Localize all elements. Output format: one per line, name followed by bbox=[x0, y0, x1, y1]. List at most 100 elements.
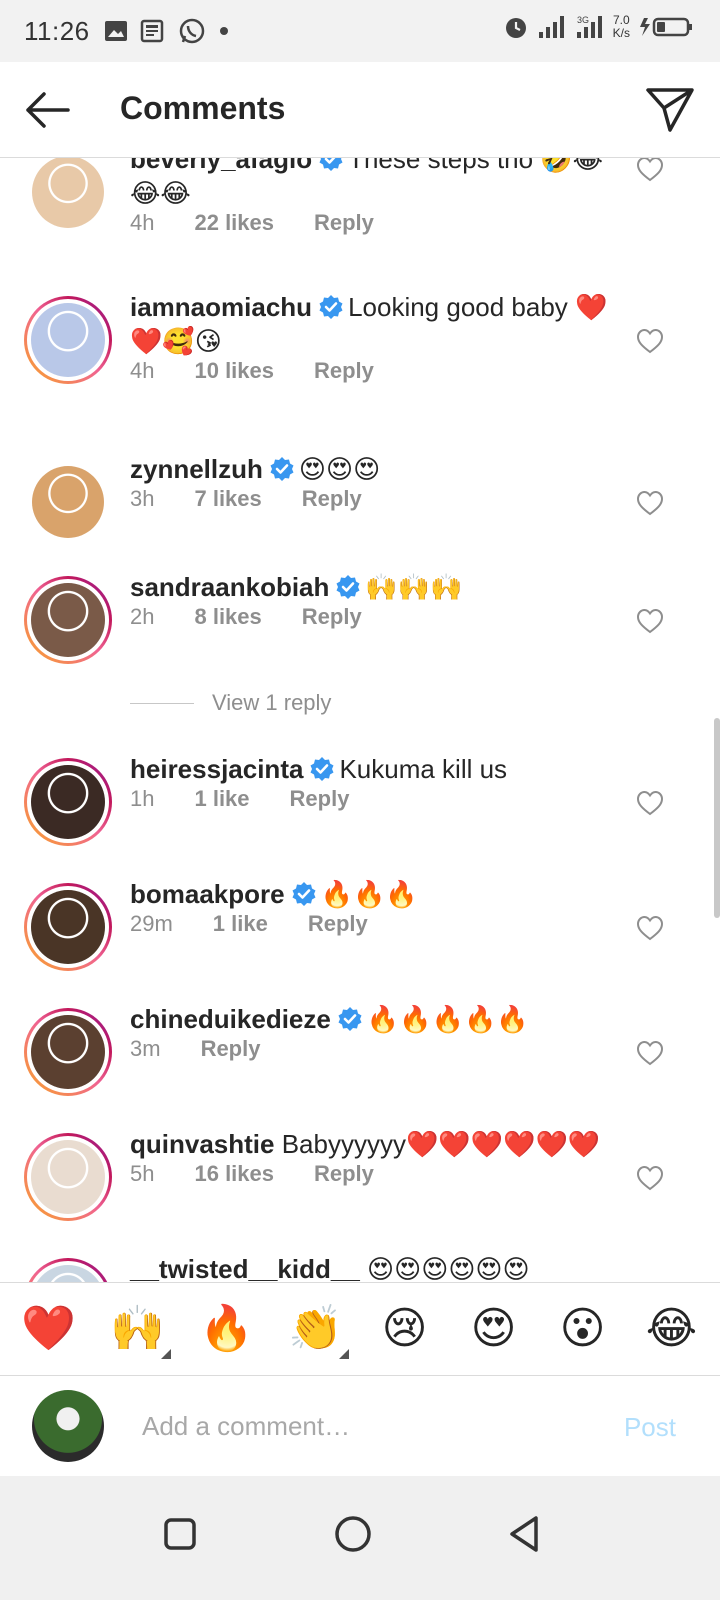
verified-badge-icon bbox=[338, 1007, 362, 1031]
reply-button[interactable]: Reply bbox=[302, 486, 362, 512]
comment-text: chineduikedieze 🔥🔥🔥🔥🔥 bbox=[130, 1002, 620, 1036]
comment-time: 3m bbox=[130, 1036, 161, 1061]
avatar[interactable] bbox=[24, 296, 112, 384]
comment-time: 2h bbox=[130, 604, 155, 629]
reaction-emoji-button[interactable]: 👏 bbox=[281, 1299, 351, 1359]
reaction-emoji: ❤️ bbox=[21, 1304, 76, 1353]
comment-likes[interactable]: 7 likes bbox=[194, 486, 261, 512]
comment-username[interactable]: sandraankobiah bbox=[130, 572, 329, 602]
like-heart-icon[interactable] bbox=[636, 790, 664, 816]
reaction-emoji-button[interactable]: 😢 bbox=[370, 1299, 440, 1359]
comment-username[interactable]: chineduikedieze bbox=[130, 1004, 331, 1034]
comment-likes[interactable]: 10 likes bbox=[194, 358, 274, 384]
avatar[interactable] bbox=[24, 1133, 112, 1221]
comment-meta: 1h 1 like Reply bbox=[130, 786, 389, 812]
reply-button[interactable]: Reply bbox=[314, 210, 374, 236]
comment-row: zynnellzuh 😍😍😍 3h 7 likes Reply bbox=[0, 454, 720, 578]
comment-likes[interactable]: 8 likes bbox=[194, 604, 261, 630]
home-circle-icon[interactable] bbox=[323, 1504, 383, 1564]
comment-username[interactable]: beverly_afaglo bbox=[130, 158, 312, 174]
quick-reactions-bar: ❤️ 🙌 🔥 👏 😢 😍 😮 😂 bbox=[0, 1282, 720, 1376]
recents-square-icon[interactable] bbox=[150, 1504, 210, 1564]
comment-username[interactable]: __twisted__kidd__ bbox=[130, 1254, 360, 1284]
dot-icon bbox=[219, 27, 228, 35]
avatar[interactable] bbox=[24, 883, 112, 971]
comment-body: 😍😍😍 bbox=[298, 454, 381, 484]
avatar-frame bbox=[32, 466, 104, 538]
comment-input[interactable] bbox=[142, 1406, 582, 1446]
avatar-image bbox=[32, 158, 104, 228]
like-heart-icon[interactable] bbox=[636, 158, 664, 182]
like-heart-icon[interactable] bbox=[636, 1040, 664, 1066]
comment-username[interactable]: iamnaomiachu bbox=[130, 292, 312, 322]
comment-body: 🔥🔥🔥🔥🔥 bbox=[366, 1004, 529, 1034]
comment-likes[interactable]: 16 likes bbox=[194, 1161, 274, 1187]
comment-time: 4h bbox=[130, 210, 155, 235]
reply-button[interactable]: Reply bbox=[302, 604, 362, 630]
reaction-emoji-button[interactable]: 😂 bbox=[637, 1299, 707, 1359]
reply-button[interactable]: Reply bbox=[308, 911, 368, 937]
status-bar: 11:26 3G 7.0 K/s bbox=[0, 0, 720, 62]
comment-text: bomaakpore 🔥🔥🔥 bbox=[130, 877, 620, 911]
direct-send-icon[interactable] bbox=[644, 84, 696, 134]
reaction-emoji: 😍 bbox=[470, 1304, 517, 1353]
comment-body: 😍😍😍😍😍😍 bbox=[367, 1254, 530, 1284]
avatar-image bbox=[31, 583, 105, 657]
reaction-emoji-button[interactable]: 🙌 bbox=[103, 1299, 173, 1359]
reaction-emoji-button[interactable]: 😍 bbox=[459, 1299, 529, 1359]
network-speed: 7.0 K/s bbox=[612, 13, 630, 40]
reaction-emoji: 😂 bbox=[645, 1304, 698, 1353]
reply-button[interactable]: Reply bbox=[201, 1036, 261, 1062]
reply-button[interactable]: Reply bbox=[290, 786, 350, 812]
post-button[interactable]: Post bbox=[624, 1412, 676, 1443]
like-heart-icon[interactable] bbox=[636, 608, 664, 634]
comment-text: __twisted__kidd__ 😍😍😍😍😍😍 bbox=[130, 1252, 620, 1286]
svg-text:3G: 3G bbox=[577, 15, 589, 25]
back-arrow-icon[interactable] bbox=[22, 90, 72, 130]
avatar-image bbox=[31, 890, 105, 964]
avatar-image bbox=[31, 1140, 105, 1214]
reply-button[interactable]: Reply bbox=[314, 358, 374, 384]
avatar-frame bbox=[27, 1136, 109, 1218]
like-heart-icon[interactable] bbox=[636, 1165, 664, 1191]
avatar-frame bbox=[27, 1011, 109, 1093]
comment-likes[interactable]: 1 like bbox=[213, 911, 268, 937]
avatar-frame bbox=[27, 761, 109, 843]
comment-text: zynnellzuh 😍😍😍 bbox=[130, 452, 620, 486]
reply-button[interactable]: Reply bbox=[314, 1161, 374, 1187]
like-heart-icon[interactable] bbox=[636, 490, 664, 516]
comment-meta: 3m Reply bbox=[130, 1036, 300, 1062]
comments-list[interactable]: View 1 reply beverly_afaglo These steps t… bbox=[0, 158, 720, 1306]
page-title: Comments bbox=[120, 90, 286, 126]
whatsapp-icon bbox=[179, 18, 204, 44]
comment-text: heiressjacinta Kukuma kill us bbox=[130, 752, 620, 786]
avatar[interactable] bbox=[24, 576, 112, 664]
back-triangle-icon[interactable] bbox=[496, 1504, 556, 1564]
avatar[interactable] bbox=[24, 1008, 112, 1096]
avatar[interactable] bbox=[24, 158, 112, 236]
comment-username[interactable]: quinvashtie bbox=[130, 1129, 274, 1159]
comment-time: 29m bbox=[130, 911, 173, 936]
comment-row: bomaakpore 🔥🔥🔥 29m 1 like Reply bbox=[0, 879, 720, 1003]
like-heart-icon[interactable] bbox=[636, 328, 664, 354]
comments-header: Comments bbox=[0, 62, 720, 158]
like-heart-icon[interactable] bbox=[636, 915, 664, 941]
avatar-image bbox=[31, 765, 105, 839]
comment-meta: 5h 16 likes Reply bbox=[130, 1161, 414, 1187]
comment-username[interactable]: heiressjacinta bbox=[130, 754, 303, 784]
comment-meta: 4h 10 likes Reply bbox=[130, 358, 414, 384]
reaction-emoji-button[interactable]: ❤️ bbox=[14, 1299, 84, 1359]
reaction-emoji-button[interactable]: 😮 bbox=[548, 1299, 618, 1359]
comment-likes[interactable]: 22 likes bbox=[194, 210, 274, 236]
comment-username[interactable]: zynnellzuh bbox=[130, 454, 263, 484]
comment-likes[interactable]: 1 like bbox=[194, 786, 249, 812]
avatar-frame bbox=[27, 886, 109, 968]
alarm-icon bbox=[505, 18, 526, 38]
more-variants-icon bbox=[160, 1349, 171, 1359]
avatar-image bbox=[32, 466, 104, 538]
avatar[interactable] bbox=[24, 458, 112, 546]
comment-username[interactable]: bomaakpore bbox=[130, 879, 285, 909]
reaction-emoji-button[interactable]: 🔥 bbox=[192, 1299, 262, 1359]
avatar[interactable] bbox=[24, 758, 112, 846]
avatar-frame bbox=[27, 299, 109, 381]
